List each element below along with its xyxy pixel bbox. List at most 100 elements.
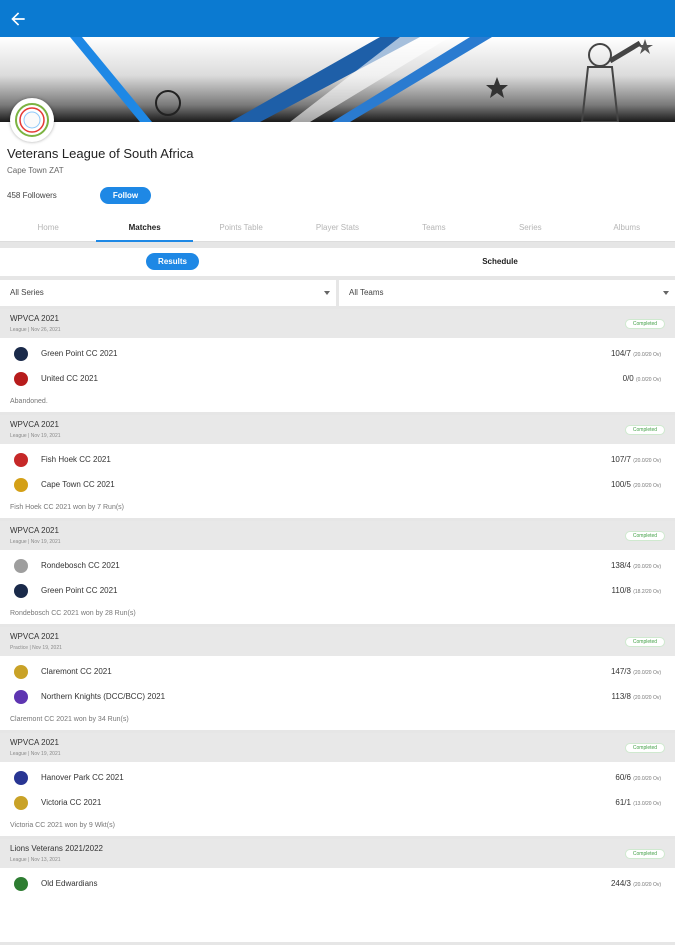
chevron-down-icon: [324, 291, 330, 295]
team-score: 147/3 (20.0/20 Ov): [610, 667, 661, 676]
match-body: Old Edwardians 244/3 (20.0/20 Ov): [0, 868, 675, 942]
team-row: Northern Knights (DCC/BCC) 2021 113/8 (2…: [0, 687, 675, 707]
team-row: Fish Hoek CC 2021 107/7 (20.0/20 Ov): [0, 450, 675, 470]
status-badge: Completed: [625, 319, 665, 329]
match-body: Fish Hoek CC 2021 107/7 (20.0/20 Ov) Cap…: [0, 444, 675, 518]
teams-filter-label: All Teams: [349, 288, 384, 297]
match-result: Rondebosch CC 2021 won by 28 Run(s): [10, 610, 136, 617]
match-card[interactable]: WPVCA 2021 League | Nov 19, 2021 Complet…: [0, 415, 675, 521]
team-score: 61/1 (13.0/20 Ov): [615, 798, 661, 807]
series-name: WPVCA 2021: [10, 632, 59, 641]
team-row: Rondebosch CC 2021 138/4 (20.0/20 Ov): [0, 556, 675, 576]
match-card[interactable]: WPVCA 2021 League | Nov 26, 2021 Complet…: [0, 309, 675, 415]
series-filter-dropdown[interactable]: All Series: [0, 280, 336, 306]
team-row: Hanover Park CC 2021 60/6 (20.0/20 Ov): [0, 768, 675, 788]
team-score: 0/0 (0.0/20 Ov): [622, 374, 661, 383]
team-name: Northern Knights (DCC/BCC) 2021: [41, 692, 166, 701]
team-name: Green Point CC 2021: [41, 349, 118, 358]
status-badge: Completed: [625, 425, 665, 435]
team-score: 110/8 (18.2/20 Ov): [611, 586, 661, 595]
match-card[interactable]: WPVCA 2021 League | Nov 19, 2021 Complet…: [0, 733, 675, 839]
team-logo-icon: [14, 771, 28, 785]
team-logo-icon: [14, 584, 28, 598]
status-badge: Completed: [625, 849, 665, 859]
match-result: Abandoned.: [10, 398, 48, 405]
match-header: WPVCA 2021 League | Nov 26, 2021 Complet…: [0, 309, 675, 338]
series-name: Lions Veterans 2021/2022: [10, 844, 103, 853]
team-name: Old Edwardians: [41, 879, 98, 888]
team-name: Victoria CC 2021: [41, 798, 102, 807]
team-score: 60/6 (20.0/20 Ov): [615, 773, 661, 782]
match-result: Claremont CC 2021 won by 34 Run(s): [10, 716, 129, 723]
match-meta: League | Nov 19, 2021: [10, 433, 61, 439]
match-body: Claremont CC 2021 147/3 (20.0/20 Ov) Nor…: [0, 656, 675, 730]
team-logo-icon: [14, 690, 28, 704]
match-card[interactable]: WPVCA 2021 Practice | Nov 19, 2021 Compl…: [0, 627, 675, 733]
tab-player-stats[interactable]: Player Stats: [289, 214, 385, 241]
team-name: Cape Town CC 2021: [41, 480, 115, 489]
team-row: Claremont CC 2021 147/3 (20.0/20 Ov): [0, 662, 675, 682]
match-meta: League | Nov 19, 2021: [10, 539, 61, 545]
team-row: Victoria CC 2021 61/1 (13.0/20 Ov): [0, 793, 675, 813]
league-location: Cape Town ZAT: [7, 166, 64, 175]
team-row: Green Point CC 2021 110/8 (18.2/20 Ov): [0, 581, 675, 601]
match-list: WPVCA 2021 League | Nov 26, 2021 Complet…: [0, 309, 675, 945]
team-logo-icon: [14, 665, 28, 679]
team-logo-icon: [14, 453, 28, 467]
match-result: Victoria CC 2021 won by 9 Wkt(s): [10, 822, 115, 829]
match-card[interactable]: WPVCA 2021 League | Nov 19, 2021 Complet…: [0, 521, 675, 627]
match-meta: Practice | Nov 19, 2021: [10, 645, 62, 651]
team-name: Fish Hoek CC 2021: [41, 455, 111, 464]
match-header: WPVCA 2021 Practice | Nov 19, 2021 Compl…: [0, 627, 675, 656]
team-logo-icon: [14, 347, 28, 361]
team-name: United CC 2021: [41, 374, 98, 383]
match-body: Rondebosch CC 2021 138/4 (20.0/20 Ov) Gr…: [0, 550, 675, 624]
series-name: WPVCA 2021: [10, 738, 59, 747]
tab-home[interactable]: Home: [0, 214, 96, 241]
series-name: WPVCA 2021: [10, 526, 59, 535]
match-header: WPVCA 2021 League | Nov 19, 2021 Complet…: [0, 415, 675, 444]
team-logo-icon: [14, 478, 28, 492]
match-meta: League | Nov 19, 2021: [10, 751, 61, 757]
team-score: 244/3 (20.0/20 Ov): [610, 879, 661, 888]
status-badge: Completed: [625, 743, 665, 753]
team-logo-icon: [14, 877, 28, 891]
arrow-left-icon[interactable]: [8, 9, 28, 29]
match-header: WPVCA 2021 League | Nov 19, 2021 Complet…: [0, 733, 675, 762]
team-logo-icon: [14, 559, 28, 573]
match-card[interactable]: Lions Veterans 2021/2022 League | Nov 13…: [0, 839, 675, 945]
team-row: United CC 2021 0/0 (0.0/20 Ov): [0, 369, 675, 389]
match-body: Green Point CC 2021 104/7 (20.0/20 Ov) U…: [0, 338, 675, 412]
team-name: Claremont CC 2021: [41, 667, 112, 676]
series-name: WPVCA 2021: [10, 314, 59, 323]
league-logo: [10, 98, 54, 142]
status-badge: Completed: [625, 531, 665, 541]
tab-teams[interactable]: Teams: [386, 214, 482, 241]
followers-count: 458 Followers: [7, 191, 57, 200]
match-body: Hanover Park CC 2021 60/6 (20.0/20 Ov) V…: [0, 762, 675, 836]
team-row: Old Edwardians 244/3 (20.0/20 Ov): [0, 874, 675, 894]
team-score: 113/8 (20.0/20 Ov): [611, 692, 661, 701]
match-meta: League | Nov 26, 2021: [10, 327, 61, 333]
app-bar: [0, 0, 675, 37]
teams-filter-dropdown[interactable]: All Teams: [339, 280, 675, 306]
tab-bar: Home Matches Points Table Player Stats T…: [0, 214, 675, 242]
team-score: 104/7 (20.0/20 Ov): [610, 349, 661, 358]
team-score: 138/4 (20.0/20 Ov): [610, 561, 661, 570]
tab-series[interactable]: Series: [482, 214, 578, 241]
schedule-button[interactable]: Schedule: [450, 253, 550, 270]
team-logo-icon: [14, 372, 28, 386]
match-header: Lions Veterans 2021/2022 League | Nov 13…: [0, 839, 675, 868]
tab-albums[interactable]: Albums: [579, 214, 675, 241]
follow-button[interactable]: Follow: [100, 187, 151, 204]
results-schedule-toggle: Results Schedule: [0, 248, 675, 276]
results-button[interactable]: Results: [146, 253, 199, 270]
tab-matches[interactable]: Matches: [96, 214, 194, 242]
team-row: Green Point CC 2021 104/7 (20.0/20 Ov): [0, 344, 675, 364]
cover-banner: [0, 37, 675, 122]
series-filter-label: All Series: [10, 288, 44, 297]
match-header: WPVCA 2021 League | Nov 19, 2021 Complet…: [0, 521, 675, 550]
match-meta: League | Nov 13, 2021: [10, 857, 61, 863]
tab-points-table[interactable]: Points Table: [193, 214, 289, 241]
team-logo-icon: [14, 796, 28, 810]
